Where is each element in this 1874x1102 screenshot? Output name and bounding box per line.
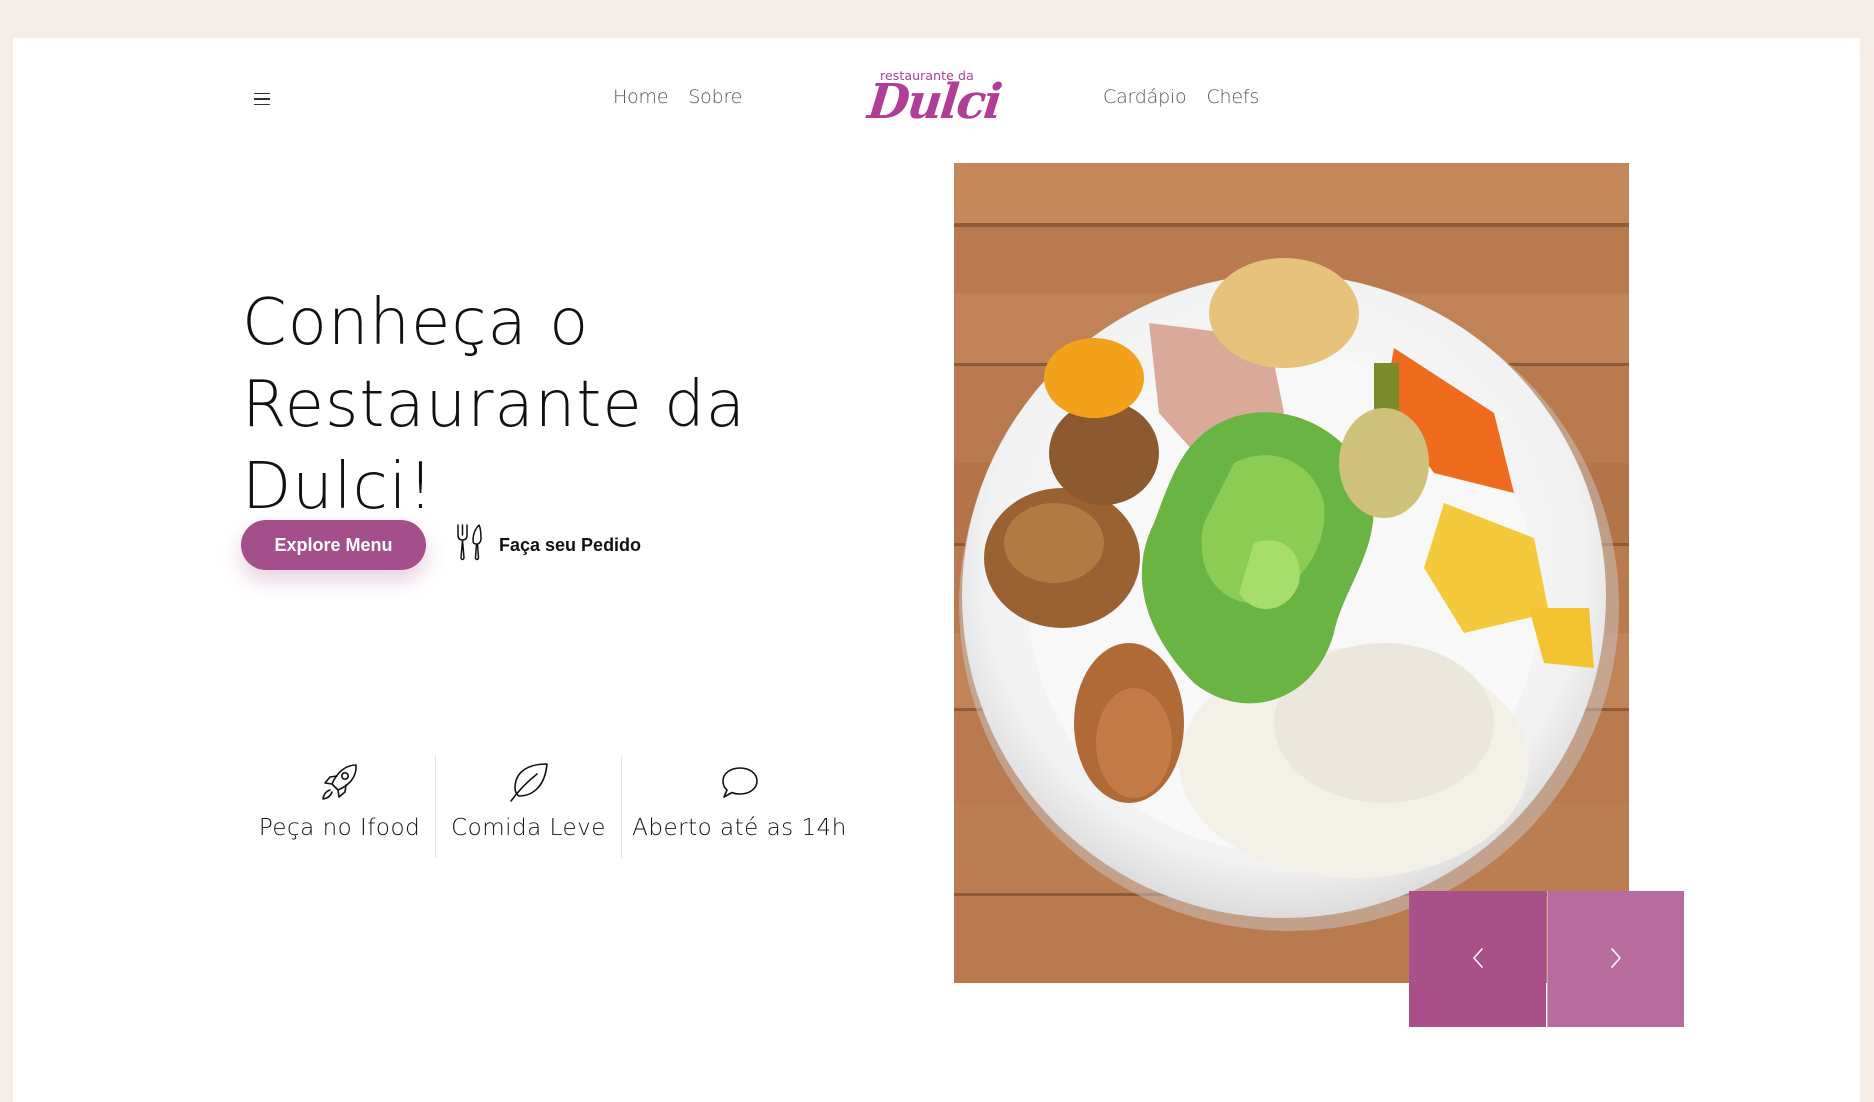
order-link[interactable]: Faça seu Pedido [455,523,641,567]
feature-horario[interactable]: Aberto até as 14h [621,755,857,858]
nav-cardapio-link[interactable]: Cardápio [1103,86,1187,108]
feature-ifood-label: Peça no Ifood [258,815,421,841]
chat-bubble-icon [718,759,762,805]
rocket-icon [318,759,362,805]
hero-title-line-1: Conheça o [242,286,590,360]
nav-sobre-link[interactable]: Sobre [688,86,742,108]
feature-comida-leve[interactable]: Comida Leve [435,755,621,858]
logo[interactable]: restaurante da Dulci [862,64,1003,134]
hero-food-image [954,163,1629,983]
feature-ifood[interactable]: Peça no Ifood [244,755,435,858]
features-row: Peça no Ifood Comida Leve Aberto até as … [244,755,857,858]
chevron-left-icon [1470,946,1486,973]
nav-right: Cardápio Chefs [1103,86,1259,108]
order-link-label: Faça seu Pedido [499,534,642,555]
hamburger-menu-icon[interactable] [240,80,284,118]
fork-knife-icon [455,523,485,568]
logo-wordmark: Dulci [865,74,1004,130]
feature-comida-leve-label: Comida Leve [451,815,606,841]
feature-horario-label: Aberto até as 14h [632,815,847,841]
hero-title-line-2: Restaurante da Dulci! [242,368,746,524]
nav-chefs-link[interactable]: Chefs [1206,86,1259,108]
chevron-right-icon [1608,946,1624,973]
hero-title: Conheça o Restaurante da Dulci! [242,282,942,528]
explore-menu-button[interactable]: Explore Menu [241,520,426,570]
nav-home-link[interactable]: Home [613,86,669,108]
slider-next-button[interactable] [1547,891,1684,1027]
leaf-icon [507,759,551,805]
slider-prev-button[interactable] [1409,891,1546,1027]
nav-left: Home Sobre [613,86,742,108]
